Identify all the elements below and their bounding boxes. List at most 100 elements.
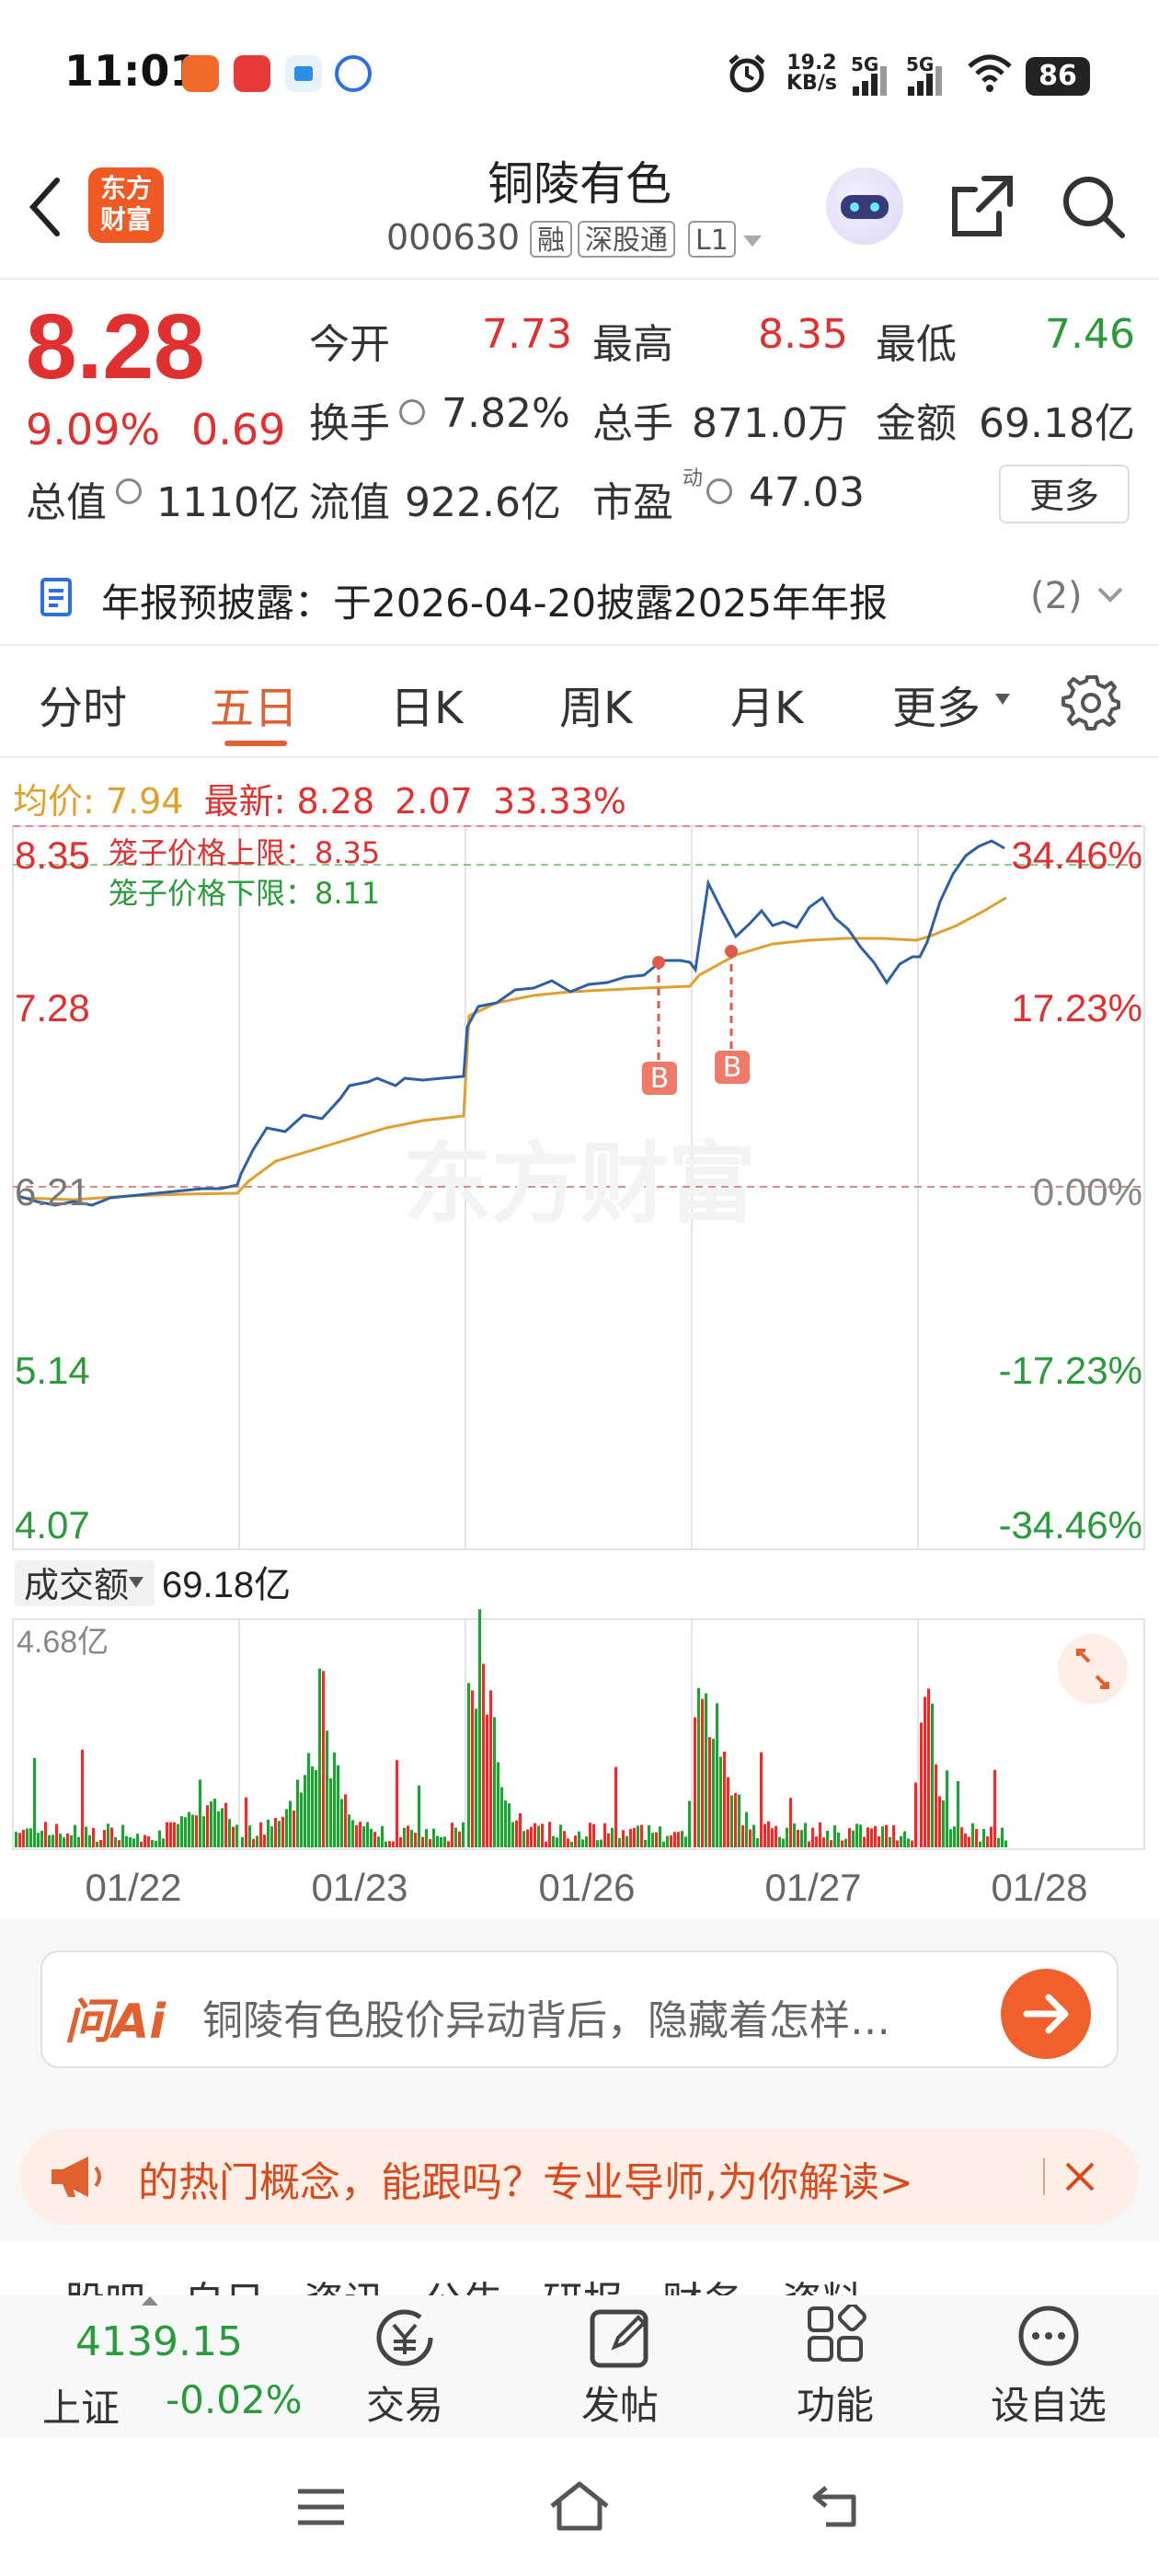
app-notification-icon bbox=[285, 55, 322, 92]
volume-bar bbox=[300, 1792, 303, 1847]
volume-bar bbox=[55, 1823, 58, 1847]
five-day-chart[interactable]: 东方财富 B B 笼子价格上限：8.35 笼子价格下限：8.11 8.35 7.… bbox=[0, 819, 1159, 2015]
menu-icon[interactable] bbox=[293, 2484, 350, 2530]
margin-tag: 融 bbox=[530, 221, 572, 258]
volume-bar bbox=[662, 1841, 665, 1847]
tab-more[interactable]: 更多 bbox=[892, 672, 981, 736]
tab-daily-k[interactable]: 日K bbox=[390, 672, 463, 736]
volume-bar bbox=[26, 1828, 29, 1847]
volume-bar bbox=[878, 1836, 880, 1847]
info-icon[interactable] bbox=[706, 478, 732, 504]
volume-bar bbox=[37, 1833, 40, 1847]
volume-bar bbox=[103, 1830, 106, 1847]
volume-bar bbox=[85, 1826, 87, 1847]
trade-icon bbox=[376, 2309, 433, 2366]
volume-bar bbox=[70, 1834, 73, 1847]
nav-post[interactable]: 发帖 bbox=[565, 2305, 675, 2433]
app-notification-icon bbox=[182, 55, 219, 92]
info-icon[interactable] bbox=[399, 399, 425, 425]
volume-bar bbox=[545, 1841, 547, 1847]
volume-bar bbox=[267, 1819, 270, 1847]
close-icon[interactable] bbox=[1061, 2158, 1098, 2195]
back-nav-icon[interactable] bbox=[808, 2480, 865, 2532]
app-notification-icon bbox=[335, 55, 372, 92]
volume-bar bbox=[88, 1834, 91, 1847]
index-value[interactable]: 4139.15 bbox=[75, 2318, 243, 2365]
turnover-label: 换手 bbox=[309, 400, 390, 447]
latest-percent: 33.33% bbox=[492, 781, 626, 822]
x-axis-date: 01/22 bbox=[85, 1866, 181, 1909]
volume-bar bbox=[121, 1824, 124, 1847]
volume-bar bbox=[946, 1770, 948, 1847]
volume-bar bbox=[677, 1832, 680, 1847]
share-icon[interactable] bbox=[947, 171, 1017, 241]
open-value: 7.73 bbox=[482, 311, 572, 358]
volume-bar bbox=[140, 1841, 143, 1847]
volume-bar bbox=[949, 1829, 952, 1847]
chevron-down-icon[interactable] bbox=[1096, 585, 1124, 605]
volume-bar bbox=[274, 1817, 277, 1847]
expand-button[interactable] bbox=[1058, 1634, 1128, 1704]
tab-five-day[interactable]: 五日 bbox=[210, 672, 298, 736]
volume-bar bbox=[881, 1826, 884, 1847]
volume-bar bbox=[563, 1831, 566, 1847]
volume-bar bbox=[767, 1821, 770, 1847]
volume-bar bbox=[63, 1837, 65, 1847]
index-name[interactable]: 上证 bbox=[42, 2377, 120, 2433]
home-icon[interactable] bbox=[546, 2478, 613, 2534]
info-icon[interactable] bbox=[116, 478, 142, 504]
volume-bar bbox=[326, 1731, 328, 1847]
volume-bar bbox=[629, 1828, 632, 1847]
nav-add-watchlist[interactable]: 设自选 bbox=[984, 2305, 1113, 2433]
nav-trade[interactable]: 交易 bbox=[350, 2305, 460, 2433]
volume-bar bbox=[659, 1826, 661, 1847]
robot-avatar[interactable] bbox=[826, 167, 903, 245]
notice-count: (2) bbox=[1030, 575, 1083, 617]
detail-tabs-peek[interactable]: 股吧 自日 资讯 公告 研报 财务 资料 bbox=[0, 2241, 1159, 2296]
settings-icon[interactable] bbox=[1061, 672, 1120, 730]
nav-functions[interactable]: 功能 bbox=[780, 2303, 890, 2433]
volume-bar bbox=[184, 1817, 187, 1847]
volume-bar bbox=[221, 1808, 224, 1847]
volume-bar bbox=[315, 1769, 317, 1847]
x-axis-date: 01/27 bbox=[764, 1866, 861, 1909]
chart-summary: 均价: 7.94 最新: 8.28 2.07 33.33% bbox=[13, 773, 626, 823]
y-axis-pct-tick: -17.23% bbox=[999, 1349, 1142, 1392]
nav-trade-label: 交易 bbox=[365, 2383, 443, 2428]
tab-intraday[interactable]: 分时 bbox=[39, 672, 127, 736]
y-axis-tick: 8.35 bbox=[15, 834, 90, 877]
volume-max-label: 4.68亿 bbox=[17, 1625, 109, 1660]
tab-weekly-k[interactable]: 周K bbox=[559, 672, 632, 736]
volume-bar bbox=[708, 1737, 711, 1847]
volume-bar bbox=[800, 1830, 803, 1847]
volume-bar bbox=[359, 1822, 361, 1847]
change-amount: 0.69 bbox=[191, 405, 286, 454]
volume-bar bbox=[618, 1837, 621, 1847]
more-button[interactable]: 更多 bbox=[999, 465, 1130, 523]
volume-bar bbox=[213, 1799, 216, 1847]
volume-bars bbox=[15, 1609, 1007, 1847]
pe-superscript: 动 bbox=[683, 467, 704, 490]
index-change[interactable]: -0.02% bbox=[166, 2377, 303, 2422]
high-value: 8.35 bbox=[758, 311, 848, 358]
buy-marker-label: B bbox=[723, 1052, 742, 1084]
chevron-down-icon[interactable] bbox=[741, 234, 763, 248]
ai-logo: 问Ai bbox=[64, 1995, 166, 2050]
mktcap-label: 总值 bbox=[26, 479, 107, 526]
volume-bar bbox=[534, 1823, 536, 1847]
volume-bar bbox=[232, 1826, 235, 1847]
ai-submit-button[interactable] bbox=[1001, 1969, 1091, 2059]
volume-bar bbox=[173, 1822, 176, 1847]
y-axis-pct-tick: 17.23% bbox=[1012, 986, 1142, 1029]
volume-bar bbox=[77, 1836, 80, 1847]
tab-monthly-k[interactable]: 月K bbox=[730, 672, 803, 736]
volume-bar bbox=[384, 1841, 387, 1847]
volume-bar bbox=[224, 1802, 227, 1847]
search-icon[interactable] bbox=[1058, 171, 1128, 241]
volume-bar bbox=[771, 1828, 774, 1847]
volume-bar bbox=[920, 1722, 923, 1847]
volume-bar bbox=[727, 1777, 729, 1847]
volume-bar bbox=[447, 1841, 450, 1847]
volume-bar bbox=[458, 1831, 461, 1847]
volume-bar bbox=[177, 1823, 179, 1847]
